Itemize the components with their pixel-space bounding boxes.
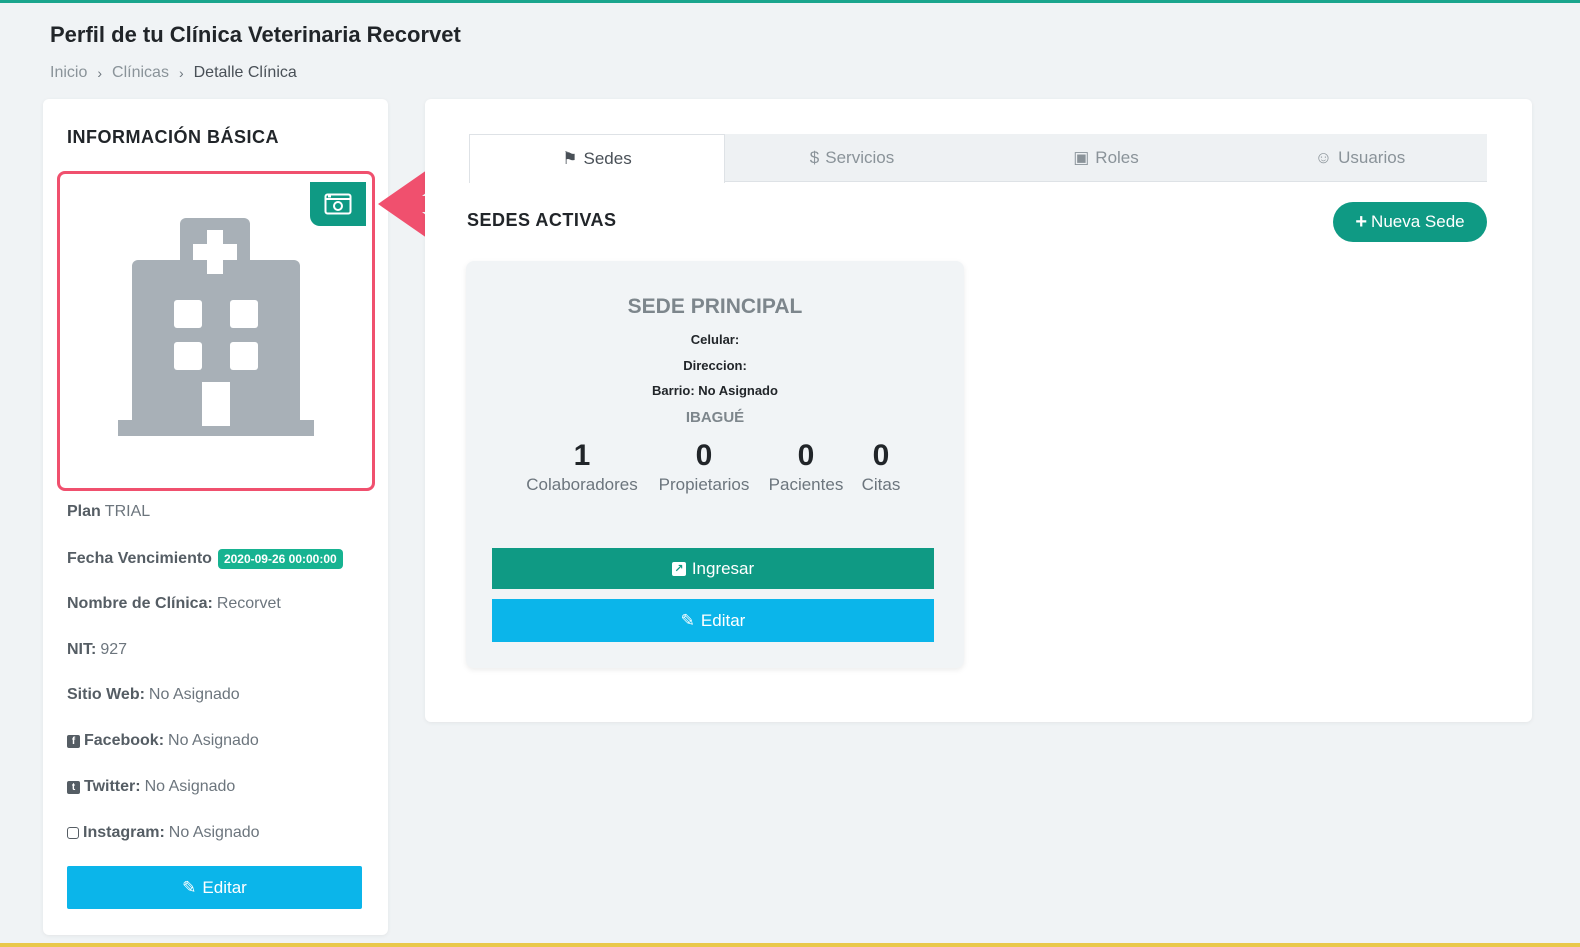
plan-label: Plan xyxy=(67,503,101,520)
breadcrumb-detalle: Detalle Clínica xyxy=(193,64,297,81)
stat-label: Colaboradores xyxy=(526,475,638,494)
sede-phone: Celular: xyxy=(690,332,740,347)
id-card-icon: ▣ xyxy=(1073,147,1090,167)
tab-roles[interactable]: ▣ Roles xyxy=(979,134,1233,181)
clinic-name-row: Nombre de Clínica: Recorvet xyxy=(67,595,281,613)
nit-row: NIT: 927 xyxy=(67,641,127,659)
facebook-label: Facebook: xyxy=(84,732,165,749)
edit-clinic-label: Editar xyxy=(202,877,247,897)
clinic-name-label: Nombre de Clínica: xyxy=(67,595,213,612)
tab-roles-label: Roles xyxy=(1095,147,1139,167)
facebook-icon: f xyxy=(67,734,80,748)
twitter-label: Twitter: xyxy=(84,778,141,795)
stat-label: Citas xyxy=(861,475,901,494)
tab-usuarios-label: Usuarios xyxy=(1338,147,1406,167)
website-label: Sitio Web: xyxy=(67,686,145,703)
expiry-badge: 2020-09-26 00:00:00 xyxy=(217,549,343,569)
bottom-accent-line xyxy=(0,943,1580,947)
stat-label: Propietarios xyxy=(658,475,750,494)
edit-icon: ✎ xyxy=(680,610,695,630)
camera-icon xyxy=(324,193,352,215)
stat-value: 0 xyxy=(695,439,713,472)
clinic-photo xyxy=(57,171,375,491)
tab-servicios[interactable]: $ Servicios xyxy=(725,134,979,181)
top-accent-line xyxy=(0,0,1580,3)
sedes-activas-title: SEDES ACTIVAS xyxy=(467,210,617,230)
clinic-name-value: Recorvet xyxy=(216,595,281,612)
stat-value: 0 xyxy=(797,439,815,472)
website-value: No Asignado xyxy=(148,686,240,703)
expiry-row: Fecha Vencimiento 2020-09-26 00:00:00 xyxy=(67,549,343,569)
edit-clinic-button[interactable]: ✎ Editar xyxy=(67,866,362,909)
expiry-label: Fecha Vencimiento xyxy=(67,550,212,567)
nit-label: NIT: xyxy=(67,641,97,658)
sede-district: Barrio: No Asignado xyxy=(652,383,778,398)
facebook-row: f Facebook: No Asignado xyxy=(67,732,259,750)
external-link-icon: ↗ xyxy=(671,561,686,576)
dollar-icon: $ xyxy=(809,147,820,167)
tab-sedes-label: Sedes xyxy=(583,149,632,168)
hospital-building-icon xyxy=(118,218,314,436)
edit-sede-label: Editar xyxy=(700,610,746,630)
instagram-row: Instagram: No Asignado xyxy=(67,824,260,842)
sede-address: Direccion: xyxy=(683,358,747,373)
instagram-icon xyxy=(67,827,79,839)
tab-usuarios[interactable]: ☺ Usuarios xyxy=(1233,134,1487,181)
signpost-icon: ⚑ xyxy=(562,149,578,168)
edit-sede-button[interactable]: ✎ Editar xyxy=(492,599,934,642)
facebook-value: No Asignado xyxy=(168,732,259,749)
user-doctor-icon: ☺ xyxy=(1314,147,1333,167)
twitter-value: No Asignado xyxy=(144,778,236,795)
plan-value: TRIAL xyxy=(104,503,151,520)
plus-icon: + xyxy=(1355,210,1368,233)
edit-icon: ✎ xyxy=(182,877,197,897)
stat-label: Pacientes xyxy=(768,475,844,494)
stat-colaboradores: 1 Colaboradores xyxy=(524,439,640,495)
instagram-value: No Asignado xyxy=(168,824,260,841)
stat-propietarios: 0 Propietarios xyxy=(654,439,754,495)
twitter-icon: t xyxy=(67,780,80,794)
ingresar-button[interactable]: ↗ Ingresar xyxy=(492,548,934,589)
instagram-label: Instagram: xyxy=(83,824,165,841)
page-title: Perfil de tu Clínica Veterinaria Recorve… xyxy=(50,22,461,47)
chevron-right-icon: › xyxy=(97,65,103,81)
tab-servicios-label: Servicios xyxy=(825,147,895,167)
twitter-row: t Twitter: No Asignado xyxy=(67,778,235,796)
breadcrumb-inicio[interactable]: Inicio xyxy=(50,64,87,82)
ingresar-label: Ingresar xyxy=(691,558,755,578)
stat-pacientes: 0 Pacientes xyxy=(764,439,848,495)
sede-card: SEDE PRINCIPAL Celular: Direccion: Barri… xyxy=(466,261,964,668)
basic-info-title: INFORMACIÓN BÁSICA xyxy=(67,127,279,147)
stat-value: 1 xyxy=(573,439,591,472)
nit-value: 927 xyxy=(100,641,128,658)
change-photo-button[interactable] xyxy=(310,182,366,226)
website-row: Sitio Web: No Asignado xyxy=(67,686,240,704)
plan-row: Plan TRIAL xyxy=(67,503,150,521)
stat-value: 0 xyxy=(872,439,890,472)
stat-citas: 0 Citas xyxy=(856,439,906,495)
tab-bar: ⚑ Sedes $ Servicios ▣ Roles ☺ Usuarios xyxy=(469,134,1487,183)
chevron-right-icon: › xyxy=(178,65,184,81)
breadcrumb: Inicio › Clínicas › Detalle Clínica xyxy=(50,64,297,82)
tab-sedes[interactable]: ⚑ Sedes xyxy=(469,134,725,183)
breadcrumb-clinicas[interactable]: Clínicas xyxy=(112,64,169,82)
sede-city: IBAGUÉ xyxy=(685,409,745,426)
nueva-sede-button[interactable]: + Nueva Sede xyxy=(1333,202,1487,242)
sede-name: SEDE PRINCIPAL xyxy=(627,295,803,318)
nueva-sede-label: Nueva Sede xyxy=(1371,212,1465,231)
